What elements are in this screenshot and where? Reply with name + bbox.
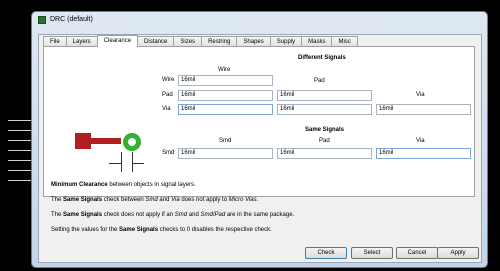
pad-wire-input[interactable]: 16mil	[178, 90, 273, 101]
info-line-4: Setting the values for the Same Signals …	[51, 227, 272, 233]
tab-sizes[interactable]: Sizes	[173, 36, 203, 46]
info-text: does not apply to	[179, 197, 229, 203]
trace-shape	[91, 138, 121, 144]
window-title: DRC (default)	[50, 16, 93, 23]
row-pad-label: Pad	[162, 92, 173, 98]
wire-wire-input[interactable]: 16mil	[178, 75, 273, 86]
pad-shape	[75, 133, 91, 149]
tab-restring[interactable]: Restring	[201, 36, 238, 46]
info-bold: Same Signals	[119, 227, 159, 233]
tab-file[interactable]: File	[43, 36, 67, 46]
dimension-arrow-right	[132, 163, 144, 164]
info-text: .	[256, 197, 259, 203]
tab-clearance[interactable]: Clearance	[96, 35, 139, 47]
col-wire-label: Wire	[218, 67, 231, 73]
info-text: The	[51, 197, 64, 203]
via-pad-input[interactable]: 16mil	[277, 104, 372, 115]
check-button[interactable]: Check	[305, 247, 347, 259]
tab-misc[interactable]: Misc	[331, 36, 358, 46]
drc-dialog: DRC (default) File Layers Clearance Dist…	[31, 11, 488, 268]
info-bold: Same Signals	[63, 212, 103, 218]
col-via-label: Via	[416, 92, 425, 98]
clearance-panel: Different Signals Wire Pad Via Wire Pad …	[43, 46, 475, 197]
info-italic: Smd	[200, 212, 213, 218]
same-smd-smd-input[interactable]: 16mil	[178, 148, 273, 159]
info-text: The	[51, 212, 64, 218]
same-smd-pad-input[interactable]: 16mil	[277, 148, 372, 159]
info-text: between objects in signal layers.	[107, 182, 196, 188]
same-smd-via-input[interactable]: 16mil	[376, 148, 471, 159]
info-line-2: The Same Signals check between Smd and V…	[51, 197, 258, 203]
dimension-arrow-left	[109, 163, 121, 164]
same-col-via-label: Via	[416, 138, 425, 144]
same-row-smd-label: Smd	[162, 150, 175, 156]
via-wire-input[interactable]: 16mil	[178, 104, 273, 115]
dimension-line-left	[121, 152, 122, 172]
info-bold: Minimum Clearance	[51, 182, 108, 188]
info-text: check between	[102, 197, 146, 203]
info-text: check does not apply if an	[102, 212, 175, 218]
info-italic: Via	[171, 197, 180, 203]
tab-supply[interactable]: Supply	[269, 36, 303, 46]
dialog-client: File Layers Clearance Distance Sizes Res…	[38, 34, 482, 263]
info-italic: Micro Vias	[228, 197, 257, 203]
app-icon	[38, 16, 46, 24]
apply-button[interactable]: Apply	[437, 247, 479, 259]
info-text: and	[187, 212, 201, 218]
info-bold: Same Signals	[63, 197, 103, 203]
title-bar[interactable]: DRC (default)	[32, 12, 487, 28]
info-text: are in the same package.	[225, 212, 295, 218]
cancel-button[interactable]: Cancel	[396, 247, 438, 259]
info-text: Setting the values for the	[51, 227, 120, 233]
same-col-pad-label: Pad	[319, 138, 330, 144]
info-text: and	[157, 197, 172, 203]
clearance-diagram	[69, 94, 149, 174]
different-signals-heading: Different Signals	[298, 55, 346, 61]
info-line-3: The Same Signals check does not apply if…	[51, 212, 294, 218]
dimension-line-right	[132, 152, 133, 172]
row-wire-label: Wire	[162, 77, 175, 83]
pad-pad-input[interactable]: 16mil	[277, 90, 372, 101]
tab-layers[interactable]: Layers	[65, 36, 98, 46]
col-pad-label: Pad	[314, 78, 325, 84]
tab-shapes[interactable]: Shapes	[236, 36, 271, 46]
same-col-smd-label: Smd	[219, 138, 232, 144]
info-italic: Pad	[214, 212, 226, 218]
via-hole	[128, 138, 136, 146]
same-signals-heading: Same Signals	[305, 127, 345, 133]
select-button[interactable]: Select	[351, 247, 393, 259]
info-line-1: Minimum Clearance between objects in sig…	[51, 182, 196, 188]
tab-distance[interactable]: Distance	[137, 36, 175, 46]
info-italic: Smd	[174, 212, 188, 218]
via-via-input[interactable]: 16mil	[376, 104, 471, 115]
tab-masks[interactable]: Masks	[301, 36, 333, 46]
info-italic: Smd	[145, 197, 158, 203]
row-via-label: Via	[162, 106, 171, 112]
info-text: checks to 0 disables the respective chec…	[158, 227, 272, 233]
